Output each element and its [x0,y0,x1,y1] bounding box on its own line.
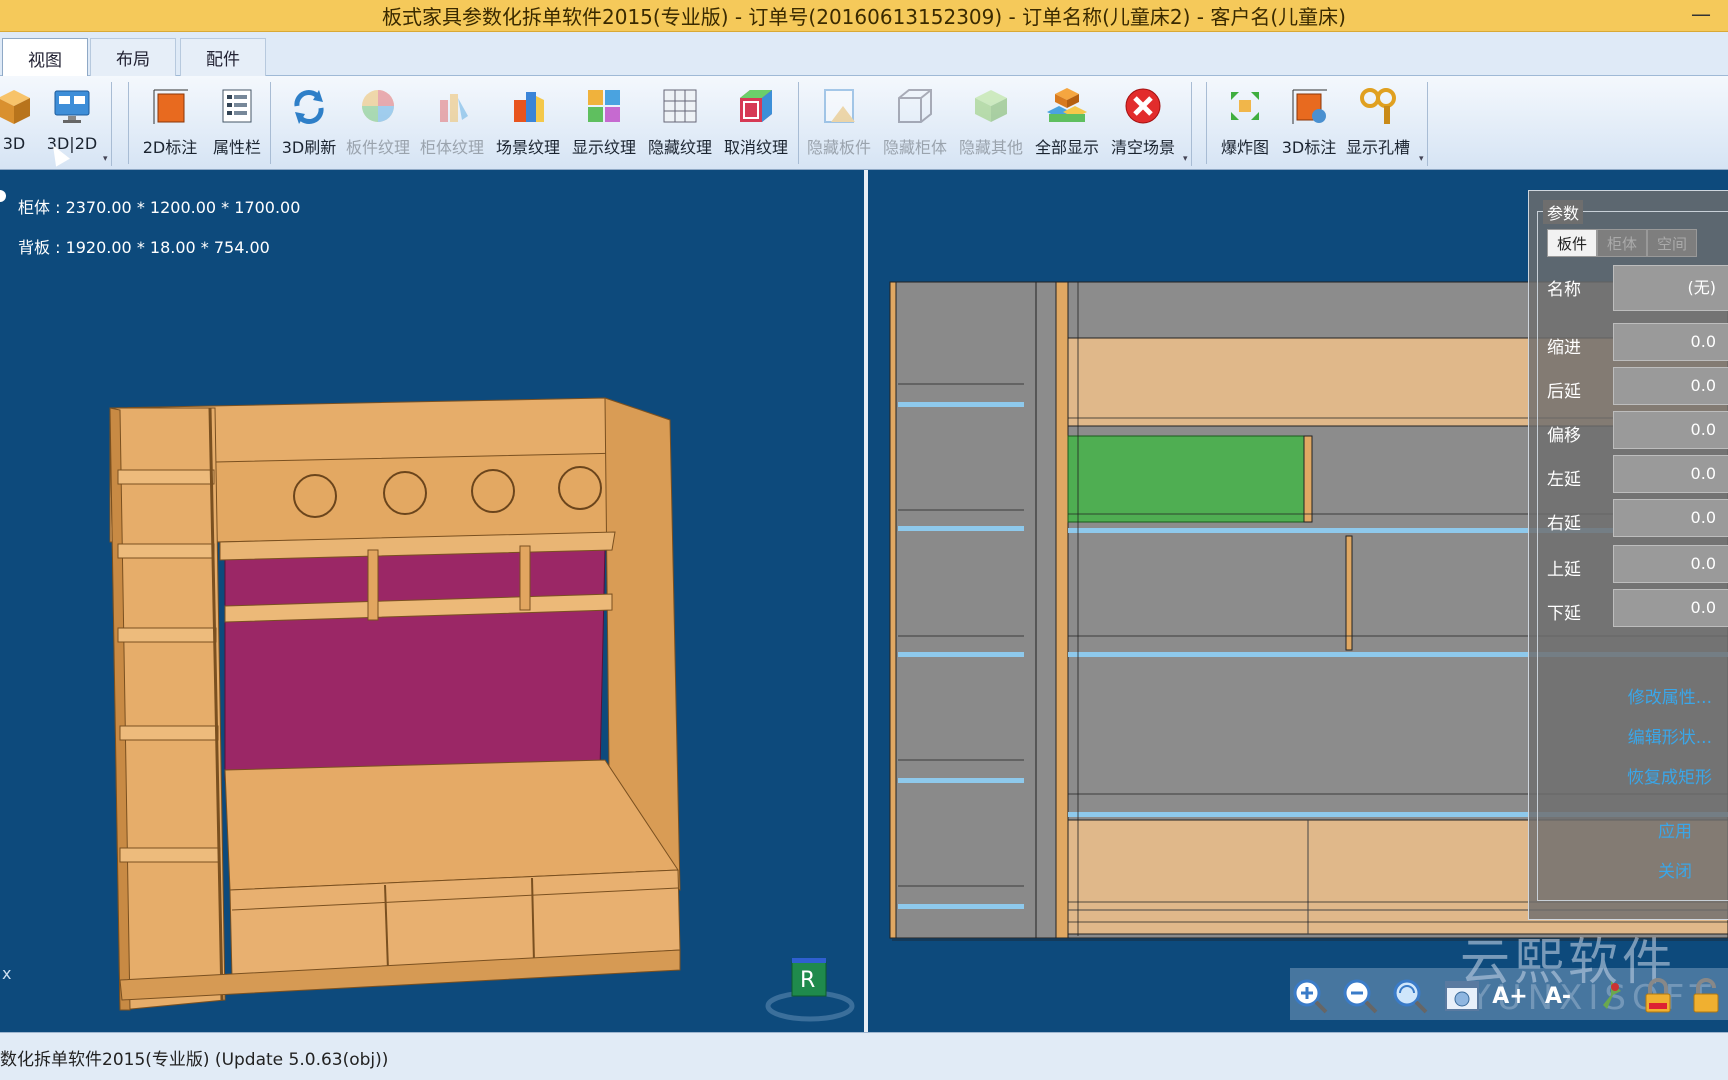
cabinet-texture-icon [430,84,474,128]
zoom-out-icon[interactable] [1340,976,1380,1016]
zoom-in-icon[interactable] [1290,976,1330,1016]
font-smaller-icon[interactable]: A- [1538,976,1578,1016]
button-cabinet-texture[interactable]: 柜体纹理 [418,84,486,166]
pin-icon[interactable] [1590,976,1630,1016]
group-overflow-button[interactable]: ▾ [1418,82,1428,166]
viewport-3d[interactable]: 柜体 : 2370.00 * 1200.00 * 1700.00 背板 : 19… [0,141,864,1032]
param-bottom-extend-field[interactable]: 0.0 [1613,589,1728,627]
param-row-name: 名称 (无) [1547,265,1728,311]
tab-view[interactable]: 视图 [2,38,88,77]
status-text: 数化拆单软件2015(专业版) (Update 5.0.63(obj)) [0,1050,389,1070]
group-overflow-button[interactable]: ▾ [102,82,112,166]
cancel-texture-icon [734,84,778,128]
params-tab-cabinet[interactable]: 柜体 [1597,229,1647,257]
dimension-3d-icon [1287,84,1331,128]
button-show-holes[interactable]: 显示孔槽 [1344,84,1412,166]
apply-button[interactable]: 应用 [1658,817,1692,842]
ribbon-tabs: 视图 布局 配件 [0,32,1728,77]
button-cancel-texture[interactable]: 取消纹理 [722,84,790,166]
explode-view-icon [1223,84,1267,128]
edit-shape-link[interactable]: 编辑形状... [1628,723,1712,748]
minimize-button[interactable]: — [1688,4,1714,24]
button-3d-refresh[interactable]: 3D刷新 [278,84,340,166]
hide-board-icon [817,84,861,128]
button-scene-texture[interactable]: 场景纹理 [494,84,562,166]
button-hide-board[interactable]: 隐藏板件 [804,84,874,166]
lock-icon[interactable] [1638,976,1678,1016]
button-3d-dimension[interactable]: 3D标注 [1278,84,1340,166]
refresh-icon [287,84,331,128]
show-all-icon [1045,84,1089,128]
window-title: 板式家具参数化拆单软件2015(专业版) - 订单号(2016061315230… [382,5,1346,29]
param-name-field[interactable]: (无) [1613,265,1728,311]
button-hide-texture[interactable]: 隐藏纹理 [646,84,714,166]
button-show-all[interactable]: 全部显示 [1032,84,1102,166]
params-title: 参数 [1543,200,1584,224]
param-row-offset: 偏移 0.0 [1547,411,1728,451]
viewport-2d-toolbar: A+ A- [1290,968,1728,1020]
title-bar: 板式家具参数化拆单软件2015(专业版) - 订单号(2016061315230… [0,0,1728,32]
params-tab-board[interactable]: 板件 [1547,229,1597,257]
cabinet-3d-model[interactable] [0,170,864,1032]
button-3d[interactable]: 3D [0,84,34,166]
close-button[interactable]: 关闭 [1658,857,1692,882]
board-texture-icon [356,84,400,128]
ribbon-separator [128,82,129,164]
button-property-panel[interactable]: 属性栏 [210,84,264,166]
hide-cabinet-icon [893,84,937,128]
hide-other-icon [969,84,1013,128]
param-left-extend-field[interactable]: 0.0 [1613,455,1728,493]
ribbon-toolbar: 3D 3D|2D ▾ 2D标注 属性栏 3D刷新 板件纹理 柜体纹理 场景纹理 … [0,76,1728,170]
view-cube-label: R [800,968,816,993]
dimension-2d-icon [148,84,192,128]
ribbon-separator [798,82,799,164]
modify-properties-link[interactable]: 修改属性... [1628,683,1712,708]
param-indent-field[interactable]: 0.0 [1613,323,1728,361]
tab-accessories[interactable]: 配件 [180,38,266,76]
zoom-fit-icon[interactable] [1390,976,1430,1016]
screenshot-icon[interactable] [1442,976,1482,1016]
param-row-right-extend: 右延 0.0 [1547,499,1728,539]
tab-layout[interactable]: 布局 [90,38,176,76]
param-row-top-extend: 上延 0.0 [1547,545,1728,585]
property-panel-icon [215,84,259,128]
font-larger-icon[interactable]: A+ [1490,976,1530,1016]
hide-texture-icon [658,84,702,128]
param-row-left-extend: 左延 0.0 [1547,455,1728,495]
restore-rectangle-link[interactable]: 恢复成矩形 [1627,763,1712,788]
unlock-icon[interactable] [1686,976,1726,1016]
param-row-indent: 缩进 0.0 [1547,323,1728,363]
button-explode-view[interactable]: 爆炸图 [1214,84,1276,166]
axis-label-x: x [2,964,12,983]
param-right-extend-field[interactable]: 0.0 [1613,499,1728,537]
params-tab-space[interactable]: 空间 [1647,229,1697,257]
show-texture-icon [582,84,626,128]
param-offset-field[interactable]: 0.0 [1613,411,1728,449]
button-clear-scene[interactable]: 清空场景 [1108,84,1178,166]
group-overflow-button[interactable]: ▾ [1182,82,1192,166]
show-holes-icon [1356,84,1400,128]
scene-texture-icon [506,84,550,128]
params-panel: 参数 板件 柜体 空间 名称 (无) 缩进 0.0 后延 0.0 偏移 0.0 … [1528,190,1728,920]
status-bar: 数化拆单软件2015(专业版) (Update 5.0.63(obj)) [0,1032,1728,1080]
param-top-extend-field[interactable]: 0.0 [1613,545,1728,583]
clear-scene-icon [1121,84,1165,128]
split-view-icon [50,84,94,128]
viewport-2d[interactable]: 参数 板件 柜体 空间 名称 (无) 缩进 0.0 后延 0.0 偏移 0.0 … [868,170,1728,1032]
button-hide-other[interactable]: 隐藏其他 [956,84,1026,166]
cube-3d-icon [0,84,36,128]
button-board-texture[interactable]: 板件纹理 [344,84,412,166]
button-hide-cabinet[interactable]: 隐藏柜体 [880,84,950,166]
param-back-extend-field[interactable]: 0.0 [1613,367,1728,405]
ribbon-separator [1206,82,1207,164]
button-2d-dimension[interactable]: 2D标注 [138,84,202,166]
button-show-texture[interactable]: 显示纹理 [570,84,638,166]
param-row-back-extend: 后延 0.0 [1547,367,1728,407]
param-row-bottom-extend: 下延 0.0 [1547,589,1728,629]
ribbon-separator [270,82,271,164]
